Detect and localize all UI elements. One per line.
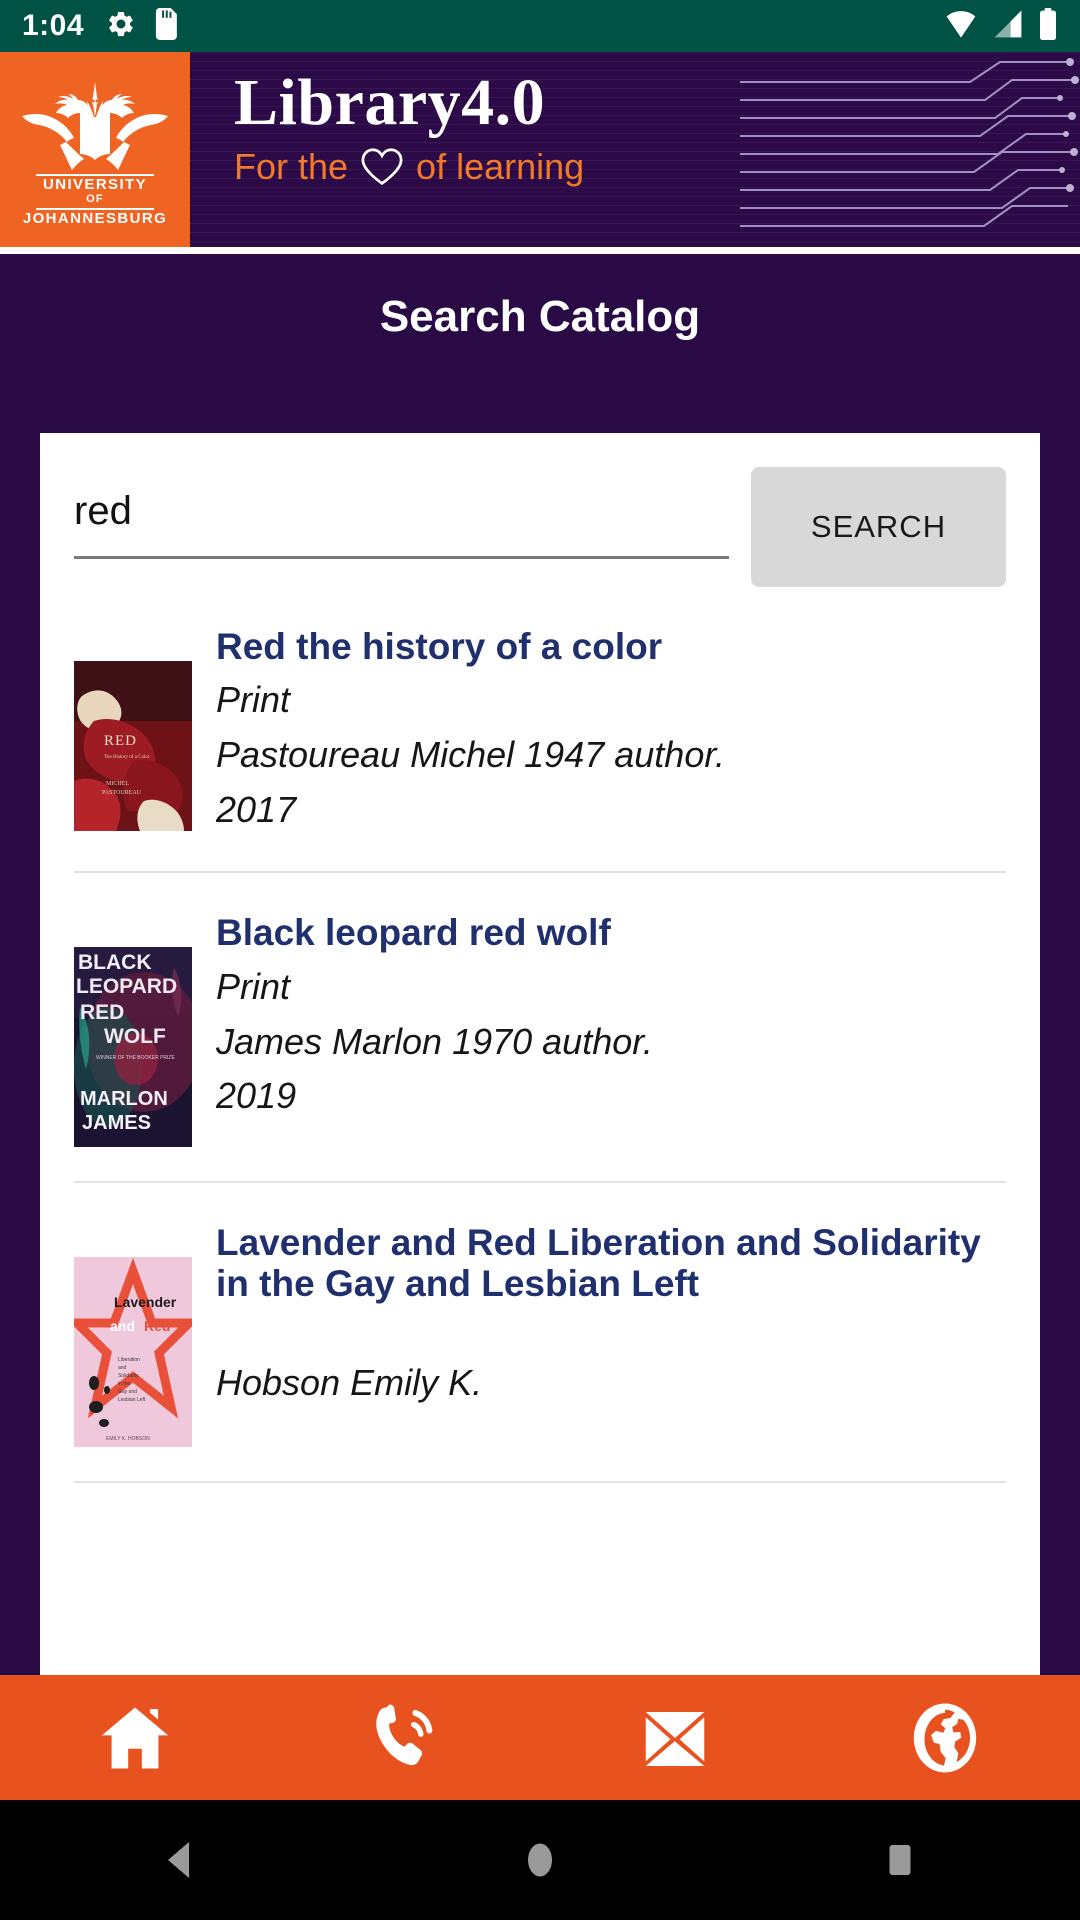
result-author: James Marlon 1970 author.: [216, 1020, 653, 1062]
banner-divider: [0, 247, 1080, 254]
result-item[interactable]: BLACK LEOPARD RED WOLF WINNER OF THE BOO…: [74, 873, 1006, 1184]
nav-item-web[interactable]: [810, 1699, 1080, 1777]
gear-icon: [106, 9, 136, 44]
university-name: UNIVERSITY OF: [42, 175, 147, 207]
result-meta: Black leopard red wolf Print James Marlo…: [216, 913, 1006, 1147]
svg-text:EMILY K. HOBSON: EMILY K. HOBSON: [106, 1436, 150, 1442]
mail-icon: [645, 1711, 705, 1766]
android-recents-button[interactable]: [720, 1839, 1080, 1881]
svg-text:MARLON: MARLON: [80, 1088, 168, 1110]
university-line-1: UNIVERSITY: [42, 175, 147, 193]
android-home-button[interactable]: [360, 1839, 720, 1881]
search-results-list: RED The History of a Color MICHEL PASTOU…: [40, 587, 1040, 1484]
svg-text:and: and: [110, 1318, 135, 1334]
app-banner: UNIVERSITY OF JOHANNESBURG Library4.0 Fo…: [0, 52, 1080, 247]
svg-text:in the: in the: [118, 1381, 130, 1387]
svg-text:PASTOUREAU: PASTOUREAU: [102, 790, 142, 796]
search-button[interactable]: SEARCH: [751, 467, 1006, 587]
result-spacer: [216, 1310, 1006, 1356]
lavender-and-red-cover-icon: Lavender and Red Liberation and Solidari…: [74, 1257, 192, 1448]
svg-text:RED: RED: [80, 1001, 124, 1024]
result-year: 2019: [216, 1075, 297, 1117]
android-navigation-bar: [0, 1800, 1080, 1920]
result-format: Print: [216, 965, 291, 1007]
university-of: OF: [86, 193, 104, 206]
svg-text:WINNER OF THE BOOKER PRIZE: WINNER OF THE BOOKER PRIZE: [96, 1055, 175, 1061]
svg-text:Lesbian Left: Lesbian Left: [118, 1397, 146, 1403]
wifi-icon: [944, 9, 978, 44]
battery-icon: [1038, 7, 1058, 45]
result-item[interactable]: RED The History of a Color MICHEL PASTOU…: [74, 587, 1006, 874]
status-bar-clock: 1:04: [22, 9, 85, 42]
search-input[interactable]: [74, 481, 729, 559]
book-cover-thumbnail: BLACK LEOPARD RED WOLF WINNER OF THE BOO…: [74, 913, 192, 1148]
nav-item-contact[interactable]: [270, 1699, 540, 1777]
status-bar: 1:04: [0, 0, 1080, 52]
page-title: Search Catalog: [379, 292, 701, 341]
university-logo: UNIVERSITY OF JOHANNESBURG: [0, 52, 190, 247]
phone-icon: [376, 1704, 433, 1765]
result-year: 2017: [216, 788, 297, 830]
nav-item-mail[interactable]: [540, 1699, 810, 1777]
status-bar-system-icons: [944, 7, 1058, 45]
sd-card-icon: [154, 7, 180, 45]
university-line-2: JOHANNESBURG: [22, 209, 168, 227]
result-format: Print: [216, 679, 291, 721]
svg-text:and: and: [118, 1365, 127, 1371]
svg-text:Gay and: Gay and: [118, 1389, 137, 1395]
bottom-navigation-bar: [0, 1675, 1080, 1800]
result-title[interactable]: Red the history of a color: [216, 626, 1006, 667]
svg-text:LEOPARD: LEOPARD: [76, 975, 177, 998]
home-icon: [101, 1706, 169, 1769]
nav-item-home[interactable]: [0, 1699, 270, 1777]
recents-square-icon: [889, 1845, 911, 1875]
tagline-after: of learning: [416, 146, 585, 187]
banner-brand-area: Library4.0 For the of learning: [190, 52, 1080, 247]
heart-icon: [361, 148, 403, 186]
result-title[interactable]: Lavender and Red Liberation and Solidari…: [216, 1223, 1006, 1304]
svg-text:MICHEL: MICHEL: [106, 781, 129, 787]
search-row: SEARCH: [40, 433, 1040, 587]
svg-text:WOLF: WOLF: [104, 1025, 166, 1048]
result-author: Pastoureau Michel 1947 author.: [216, 734, 725, 776]
back-triangle-icon: [168, 1842, 189, 1878]
result-meta: Red the history of a color Print Pastour…: [216, 626, 1006, 837]
svg-text:Solidarity: Solidarity: [118, 1373, 139, 1379]
search-field-wrap: [74, 467, 729, 559]
result-item[interactable]: Lavender and Red Liberation and Solidari…: [74, 1183, 1006, 1484]
cellular-signal-icon: [992, 9, 1024, 44]
brand-text-wrap: Library4.0 For the of learning: [190, 52, 1080, 188]
app-title: Library4.0: [234, 66, 546, 139]
svg-text:Lavender: Lavender: [114, 1294, 177, 1310]
svg-text:The History of a Color: The History of a Color: [104, 755, 150, 760]
red-history-of-a-color-cover-icon: RED The History of a Color MICHEL PASTOU…: [74, 661, 192, 831]
result-author: Hobson Emily K.: [216, 1362, 483, 1404]
svg-text:Liberation: Liberation: [118, 1357, 140, 1363]
result-title[interactable]: Black leopard red wolf: [216, 913, 1006, 954]
black-leopard-red-wolf-cover-icon: BLACK LEOPARD RED WOLF WINNER OF THE BOO…: [74, 947, 192, 1148]
status-bar-notification-icons: [106, 7, 180, 45]
book-cover-thumbnail: RED The History of a Color MICHEL PASTOU…: [74, 627, 192, 837]
tagline-before: For the: [234, 146, 349, 187]
book-cover-thumbnail: Lavender and Red Liberation and Solidari…: [74, 1223, 192, 1448]
svg-text:BLACK: BLACK: [78, 951, 152, 974]
svg-text:RED: RED: [104, 733, 137, 749]
home-circle-icon: [528, 1843, 552, 1877]
result-meta: Lavender and Red Liberation and Solidari…: [216, 1223, 1006, 1447]
app-tagline: For the of learning: [234, 146, 1080, 188]
svg-text:Red: Red: [144, 1318, 170, 1334]
search-card: SEARCH RED The History of: [40, 433, 1040, 1675]
globe-icon: [913, 1703, 977, 1772]
svg-text:JAMES: JAMES: [82, 1112, 151, 1134]
uj-emblem-icon: [22, 81, 168, 170]
phone-screen: 1:04 UNIVERSITY OF JOHANNESBURG Library4…: [0, 0, 1080, 1920]
android-back-button[interactable]: [0, 1839, 360, 1881]
